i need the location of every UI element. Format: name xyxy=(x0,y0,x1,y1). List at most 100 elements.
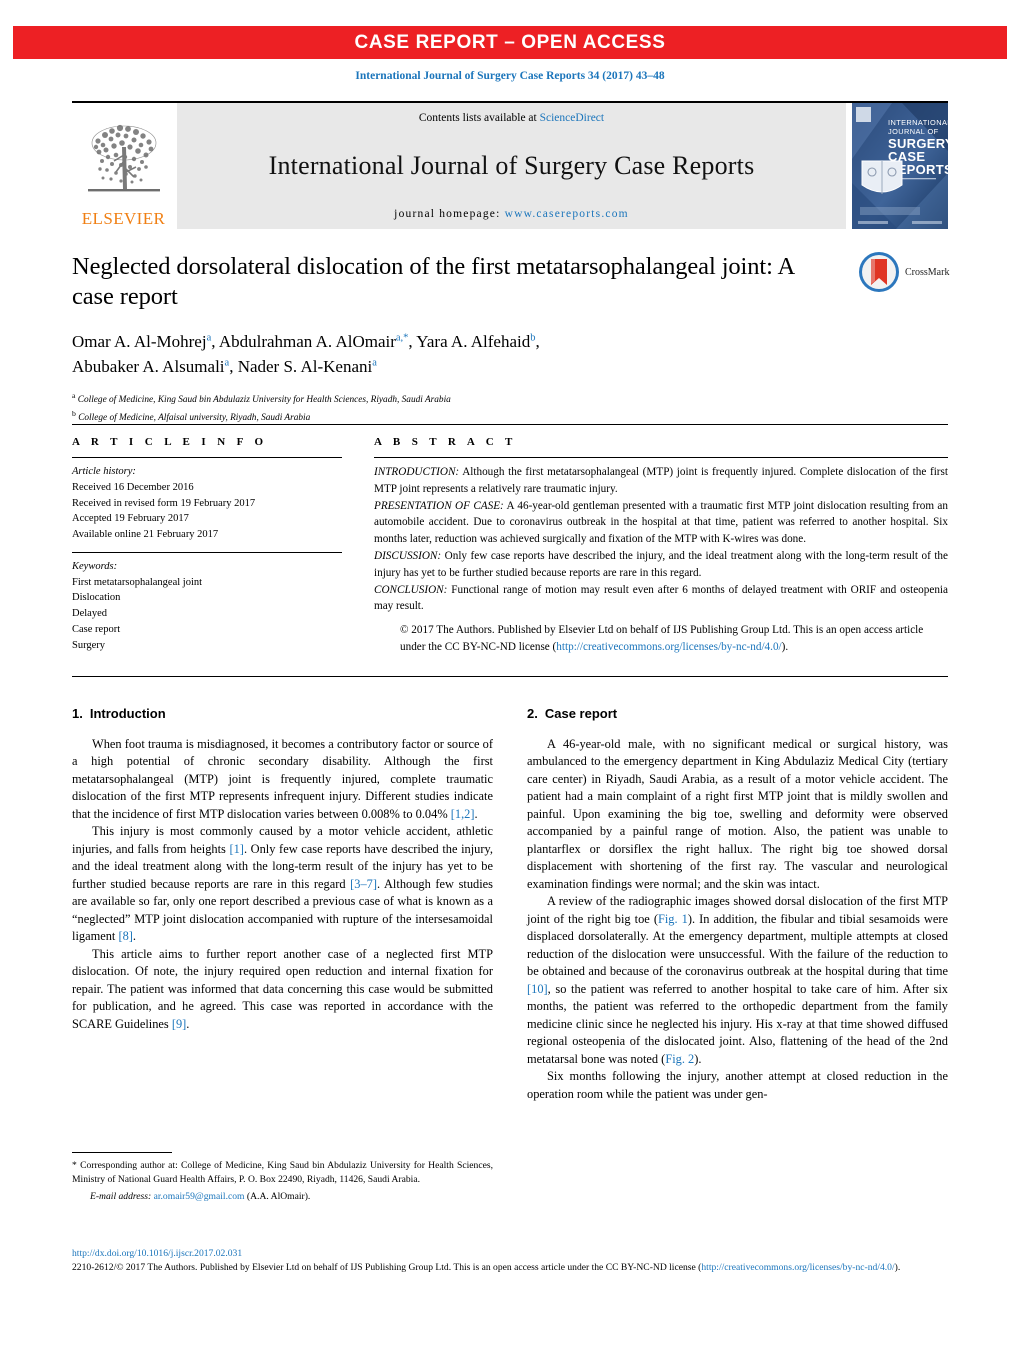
body-paragraph: A 46-year-old male, with no significant … xyxy=(527,737,948,891)
journal-homepage-line: journal homepage: www.casereports.com xyxy=(394,208,629,220)
author-entry: Abdulrahman A. AlOmaira,*, xyxy=(218,331,417,351)
license-link[interactable]: http://creativecommons.org/licenses/by-n… xyxy=(556,641,781,653)
keyword-item: First metatarsophalangeal joint xyxy=(72,576,203,588)
body-paragraph: Six months following the injury, another… xyxy=(527,1069,948,1101)
abstract-section-lead: PRESENTATION OF CASE: xyxy=(374,499,504,512)
journal-cover-image: INTERNATIONAL JOURNAL OF SURGERY CASE RE… xyxy=(852,103,954,229)
journal-info-box: Contents lists available at ScienceDirec… xyxy=(177,103,846,229)
abstract-paragraph: INTRODUCTION: Although the first metatar… xyxy=(374,464,948,498)
abstract-paragraph: DISCUSSION: Only few case reports have d… xyxy=(374,548,948,582)
corresponding-author-text: * Corresponding author at: College of Me… xyxy=(72,1160,493,1185)
info-abstract-band: A R T I C L E I N F O Article history: R… xyxy=(72,424,948,656)
journal-masthead: ELSEVIER Contents lists available at Sci… xyxy=(72,101,954,231)
article-history-label: Article history: xyxy=(72,466,136,477)
abstract-section-lead: DISCUSSION: xyxy=(374,549,442,562)
crossmark-badge[interactable]: CrossMark xyxy=(858,249,976,295)
abstract-paragraph: PRESENTATION OF CASE: A 46-year-old gent… xyxy=(374,498,948,548)
body-paragraph: A review of the radiographic images show… xyxy=(527,894,949,1066)
divider xyxy=(72,551,342,553)
author-affil-mark: b xyxy=(530,332,536,344)
author-name: Abdulrahman A. AlOmair xyxy=(218,331,396,351)
article-body: 1. Introduction When foot trauma is misdi… xyxy=(72,706,948,1103)
divider xyxy=(72,457,342,458)
author-affil-mark[interactable]: a,* xyxy=(396,332,409,343)
journal-cover-thumbnail: INTERNATIONAL JOURNAL OF SURGERY CASE RE… xyxy=(852,103,954,229)
keyword-item: Dislocation xyxy=(72,592,121,604)
history-item: Received in revised form 19 February 201… xyxy=(72,497,256,509)
section-number: 1. xyxy=(72,706,83,721)
section-number: 2. xyxy=(527,706,538,721)
article-info-column: A R T I C L E I N F O Article history: R… xyxy=(72,425,342,656)
body-paragraph: This article aims to further report anot… xyxy=(72,946,493,1031)
svg-text:INTERNATIONAL: INTERNATIONAL xyxy=(888,118,948,127)
keyword-item: Surgery xyxy=(72,639,106,651)
elsevier-tree-icon xyxy=(87,124,160,192)
divider xyxy=(374,457,948,458)
body-column-right: 2. Case report A 46-year-old male, with n… xyxy=(527,706,948,1103)
section-heading-introduction: 1. Introduction xyxy=(72,706,493,721)
author-affil-mark: a xyxy=(224,357,230,369)
article-info-heading: A R T I C L E I N F O xyxy=(72,436,268,448)
email-label: E-mail address: xyxy=(90,1191,152,1202)
journal-homepage-prefix: journal homepage: xyxy=(394,208,505,220)
abstract-section-text: Although the first metatarsophalangeal (… xyxy=(374,466,948,495)
affiliation-mark: a xyxy=(72,391,76,401)
divider xyxy=(72,676,948,677)
elsevier-wordmark: ELSEVIER xyxy=(81,209,166,228)
author-affil-mark: a xyxy=(372,357,377,369)
section-title: Case report xyxy=(544,706,618,721)
crossmark-icon[interactable] xyxy=(858,251,900,293)
body-paragraph: When foot trauma is misdiagnosed, it bec… xyxy=(72,737,493,821)
affiliation-list: a College of Medicine, King Saud bin Abd… xyxy=(72,390,832,425)
corresponding-author-footnote: * Corresponding author at: College of Me… xyxy=(72,1152,493,1204)
abstract-section-text: Only few case reports have described the… xyxy=(374,549,948,579)
abstract-section-lead: CONCLUSION: xyxy=(374,583,448,596)
page-title: Neglected dorsolateral dislocation of th… xyxy=(72,253,794,311)
keyword-item: Case report xyxy=(72,623,121,635)
journal-citation: International Journal of Surgery Case Re… xyxy=(355,70,665,82)
affiliation-text: College of Medicine, Alfaisal university… xyxy=(78,412,311,423)
issn-license-text: 2210-2612/© 2017 The Authors. Published … xyxy=(72,1262,702,1274)
contents-lists-prefix: Contents lists available at xyxy=(418,112,540,124)
crossmark-label: CrossMark xyxy=(905,266,950,278)
open-access-banner-text: CASE REPORT – OPEN ACCESS xyxy=(354,31,666,53)
footer-license-link[interactable]: http://creativecommons.org/licenses/by-n… xyxy=(701,1262,894,1273)
journal-homepage-link[interactable]: www.casereports.com xyxy=(505,208,629,220)
body-paragraph: This injury is most commonly caused by a… xyxy=(72,824,493,944)
author-entry: Yara A. Alfehaidb, xyxy=(416,331,540,351)
svg-text:JOURNAL OF: JOURNAL OF xyxy=(888,127,939,136)
footer-meta: http://dx.doi.org/10.1016/j.ijscr.2017.0… xyxy=(72,1247,948,1276)
history-item: Available online 21 February 2017 xyxy=(72,529,219,540)
article-history-block: Article history: Received 16 December 20… xyxy=(72,464,342,543)
author-list: Omar A. Al-Mohreja, Abdulrahman A. AlOma… xyxy=(72,329,832,379)
contents-lists-line: Contents lists available at ScienceDirec… xyxy=(419,112,604,124)
affiliation-item: b College of Medicine, Alfaisal universi… xyxy=(72,408,832,426)
keyword-item: Delayed xyxy=(72,608,107,619)
email-line: E-mail address: ar.omair59@gmail.com (A.… xyxy=(72,1190,493,1204)
article-header: Neglected dorsolateral dislocation of th… xyxy=(72,252,832,425)
keywords-block: Keywords: First metatarsophalangeal join… xyxy=(72,559,342,654)
copyright-tail: ). xyxy=(781,640,789,653)
email-link[interactable]: ar.omair59@gmail.com xyxy=(154,1191,245,1202)
section-title: Introduction xyxy=(89,706,166,721)
author-name: Abubaker A. Alsumali xyxy=(72,356,225,376)
abstract-column: A B S T R A C T INTRODUCTION: Although t… xyxy=(342,425,948,656)
abstract-section-text: Functional range of motion may result ev… xyxy=(374,583,948,613)
author-entry: Omar A. Al-Mohreja, xyxy=(72,331,219,351)
elsevier-logo: ELSEVIER xyxy=(72,103,175,229)
history-item: Received 16 December 2016 xyxy=(72,481,194,493)
author-entry: Nader S. Al-Kenania xyxy=(238,357,377,376)
open-access-banner: CASE REPORT – OPEN ACCESS xyxy=(13,26,1007,59)
abstract-paragraph: CONCLUSION: Functional range of motion m… xyxy=(374,582,948,616)
doi-link[interactable]: http://dx.doi.org/10.1016/j.ijscr.2017.0… xyxy=(72,1247,948,1261)
license-tail: ). xyxy=(894,1262,901,1274)
section-heading-case-report: 2. Case report xyxy=(527,706,948,721)
abstract-heading: A B S T R A C T xyxy=(374,436,517,448)
email-owner: (A.A. AlOmair). xyxy=(246,1191,311,1202)
footnote-text: * Corresponding author at: College of Me… xyxy=(72,1159,493,1204)
affiliation-mark: b xyxy=(72,408,76,418)
affiliation-item: a College of Medicine, King Saud bin Abd… xyxy=(72,390,832,408)
author-name: Yara A. Alfehaid xyxy=(416,331,531,351)
sciencedirect-link[interactable]: ScienceDirect xyxy=(540,112,605,124)
divider xyxy=(72,1152,172,1153)
